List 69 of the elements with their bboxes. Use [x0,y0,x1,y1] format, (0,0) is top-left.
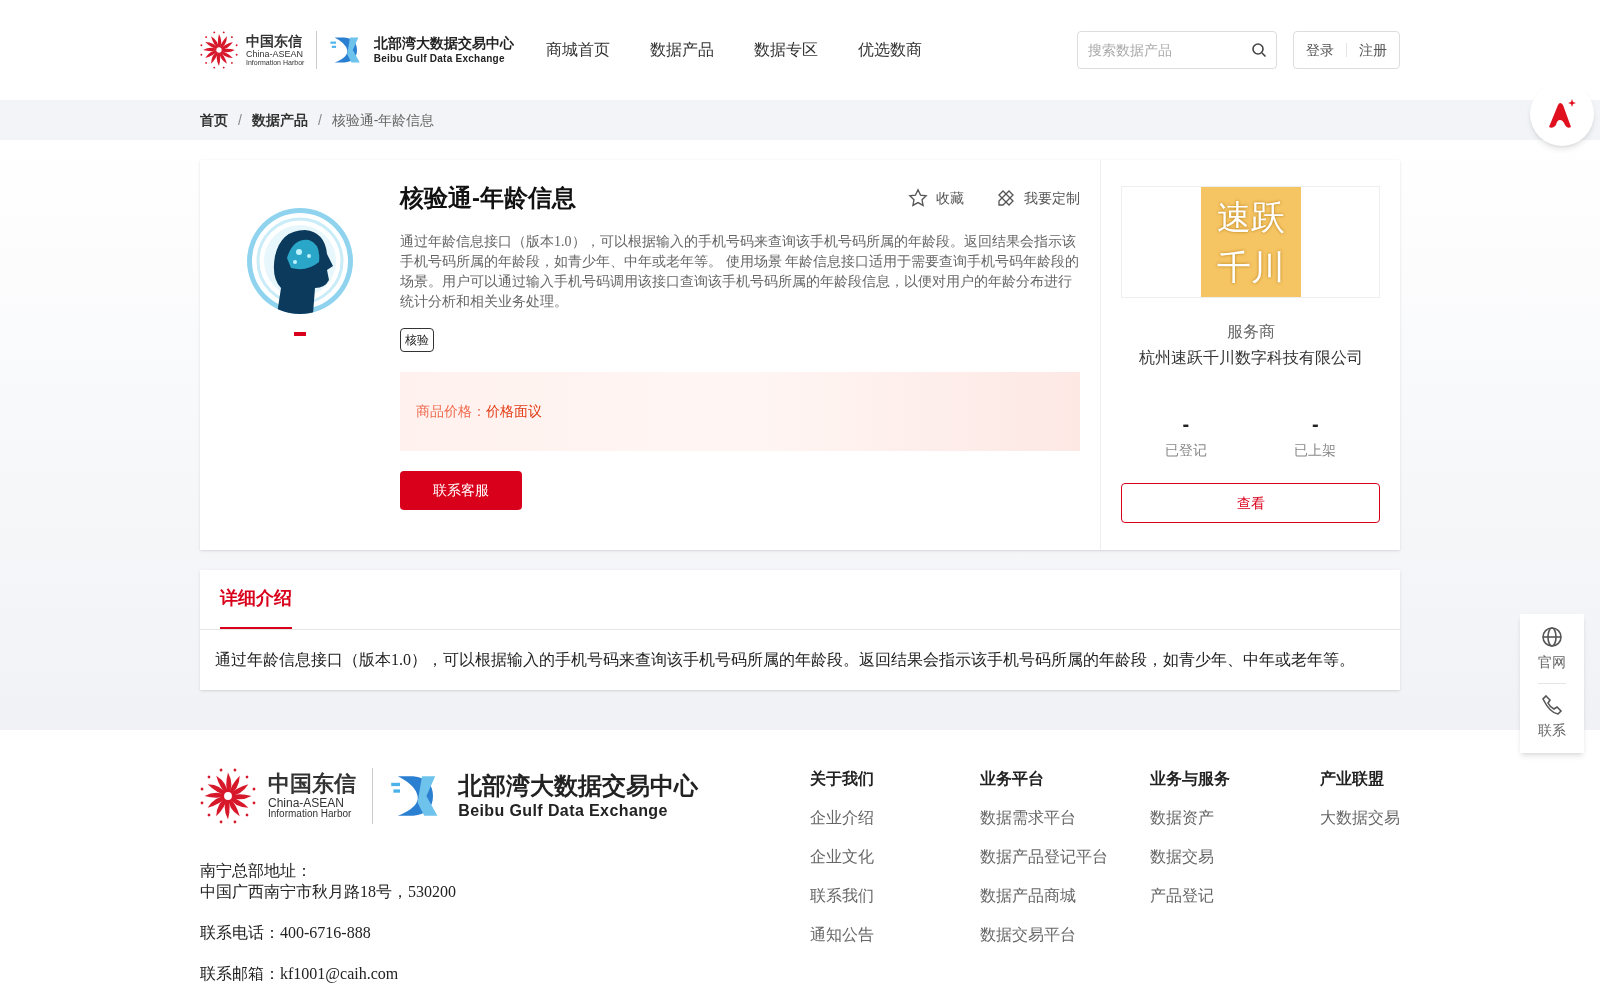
footer-link[interactable]: 企业文化 [810,846,980,868]
auth-link[interactable]: 注册 [1359,39,1387,61]
footer-heading: 关于我们 [810,769,875,789]
stat-label: 已登记 [1164,441,1207,460]
flower-logo-icon [200,768,256,824]
breadcrumb-separator: / [238,110,242,130]
address-text: 中国广西南宁市秋月路18号，530200 [200,882,457,902]
footer-link[interactable]: 数据交易 [1150,846,1320,868]
auth-link[interactable]: 登录 [1306,39,1334,61]
stat-value: - [1311,412,1319,436]
logo-text: China-ASEAN [268,797,345,809]
tag: 核验 [400,328,434,352]
logo-text: Beibu Gulf Data Exchange [458,801,669,821]
breadcrumb-separator: / [317,110,322,130]
logo-text: China-ASEAN [246,50,305,59]
logo-text: 中国东信 [268,773,356,795]
view-button[interactable]: 查看 [1121,483,1380,523]
float-tool-link[interactable]: 联系 [1538,694,1566,741]
footer-link[interactable]: 数据资产 [1150,807,1320,829]
logo-text: 北部湾大数据交易中心 [373,35,514,53]
detail-tab[interactable]: 详细介绍 [220,570,292,629]
float-tool-link[interactable]: 官网 [1538,626,1566,673]
email-text: 联系邮箱：kf1001@caih.com [200,964,400,984]
nav-link[interactable]: 优选数商 [857,38,922,62]
price-text: 商品价格：价格面议 [416,401,542,421]
breadcrumb-link[interactable]: 首页 [200,109,228,131]
flower-logo-icon [200,31,238,69]
phone-icon [1541,694,1563,716]
nav-link[interactable]: 数据产品 [649,38,714,62]
search-icon[interactable] [1251,42,1267,58]
provider-name: 杭州速跃千川数字科技有限公司 [1138,348,1363,368]
breadcrumb-link[interactable]: 数据产品 [251,109,308,131]
footer-link[interactable]: 产品登记 [1150,885,1320,907]
pencil-ruler-icon [996,188,1016,208]
footer-link[interactable]: 通知公告 [810,924,980,946]
footer-link[interactable]: 数据交易平台 [980,924,1150,946]
stat-label: 已上架 [1294,441,1337,460]
detail-text: 通过年龄信息接口（版本1.0），可以根据输入的手机号码来查询该手机号码所属的年龄段。返回结果会指示该手机号码所属的年龄段，如青少年、中年或老年等。 [214,650,1356,670]
ai-assistant-button[interactable] [1530,82,1594,146]
footer-heading: 产业联盟 [1320,769,1385,789]
logo-text: 北部湾大数据交易中心 [458,771,699,801]
stat-value: - [1182,412,1190,436]
footer-link[interactable]: 大数据交易 [1320,807,1400,829]
footer-link[interactable]: 数据产品商城 [980,885,1150,907]
product-description: 通过年龄信息接口（版本1.0），可以根据输入的手机号码来查询该手机号码所属的年龄段。返回结果会指示该手机号码所属的年龄段，如青少年、中年或老年等。 使用场景 年龄信息接口适用于需要查询手机号码年龄段的场景。用户可以通过输入手机号码调用该接口查询该手机号码所属的年龄段信息，以便对用户的年龄分布进行统计分析和相关业务处理。 [400,233,1080,311]
globe-icon [1541,626,1563,648]
footer-link[interactable]: 企业介绍 [810,807,980,829]
footer-link[interactable]: 联系我们 [810,885,980,907]
phone-text: 联系电话：400-6716-888 [200,923,372,943]
nav-link[interactable]: 数据专区 [753,38,818,62]
logo-text: Information Harbor [268,809,353,819]
product-title: 核验通-年龄信息 [400,183,577,213]
contact-button[interactable]: 联系客服 [400,470,522,510]
footer-link[interactable]: 数据需求平台 [980,807,1150,829]
provider-logo-text: 速跃 [1216,197,1285,238]
search-field[interactable]: 搜索数据产品 [1077,31,1277,69]
provider-logo-text: 千川 [1216,247,1285,288]
breadcrumb-link[interactable]: 核验通-年龄信息 [331,109,435,131]
action-link[interactable]: 我要定制 [996,187,1080,209]
address-label: 南宁总部地址： [200,861,313,881]
footer-heading: 业务与服务 [1150,769,1231,789]
star-icon [908,188,928,208]
logo-text: Beibu Gulf Data Exchange [373,52,506,65]
action-link[interactable]: 收藏 [908,187,964,209]
nav-link[interactable]: 商城首页 [545,38,610,62]
logo-text: 中国东信 [246,34,303,48]
footer-heading: 业务平台 [980,769,1045,789]
provider-role: 服务商 [1226,322,1275,342]
footer-link[interactable]: 数据产品登记平台 [980,846,1150,868]
